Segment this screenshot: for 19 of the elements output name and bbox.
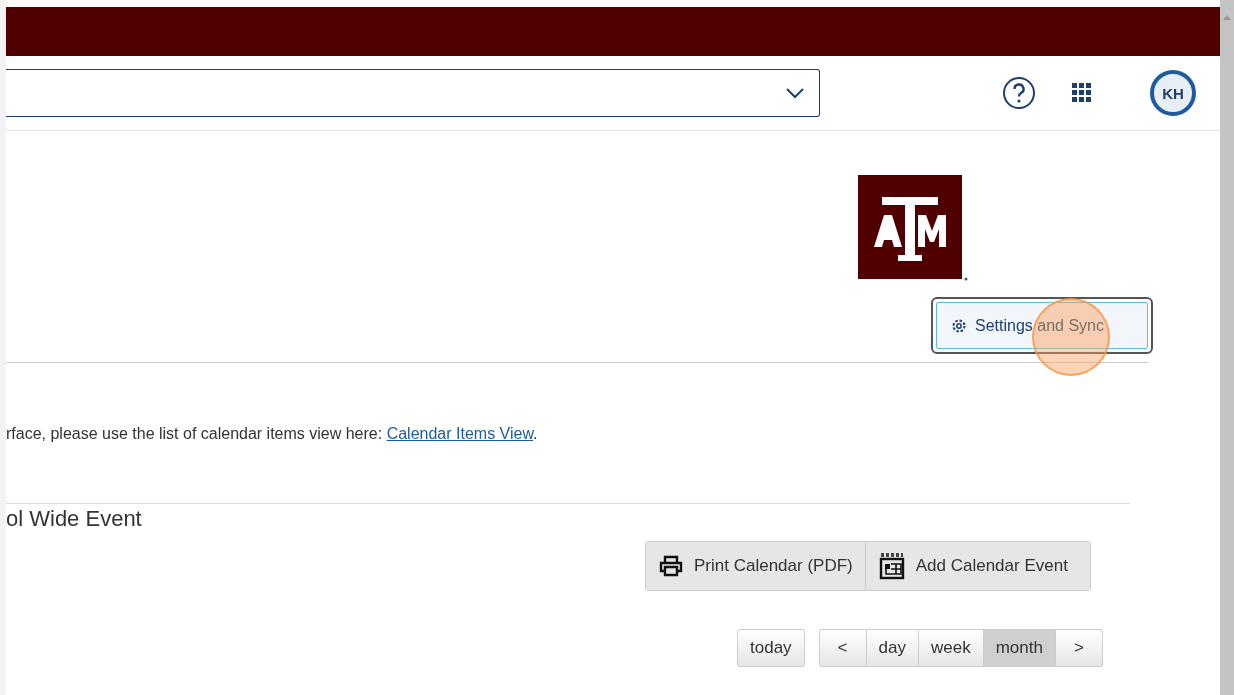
next-button[interactable]: >: [1055, 629, 1103, 667]
settings-sync-button[interactable]: Settings and Sync: [936, 302, 1148, 349]
today-button[interactable]: today: [737, 629, 805, 667]
chevron-down-icon: [785, 87, 805, 99]
view-tab[interactable]: week: [918, 629, 984, 667]
user-avatar[interactable]: KH: [1150, 70, 1196, 116]
view-tab[interactable]: month: [983, 629, 1056, 667]
printer-icon: [658, 555, 684, 577]
help-icon[interactable]: [1002, 76, 1036, 110]
calendar-icon: [877, 552, 906, 580]
gear-icon: [951, 317, 967, 334]
previous-button[interactable]: <: [818, 629, 867, 667]
print-calendar-button[interactable]: Print Calendar (PDF): [646, 542, 866, 590]
view-tab[interactable]: day: [866, 629, 919, 667]
section-title: ol Wide Event: [6, 506, 143, 532]
scrollbar[interactable]: [1220, 0, 1234, 695]
notice-text: rface, please use the list of calendar items view here: Calendar Items View.: [6, 425, 539, 443]
select-field[interactable]: [6, 69, 820, 117]
apps-grid-icon[interactable]: [1072, 83, 1092, 103]
